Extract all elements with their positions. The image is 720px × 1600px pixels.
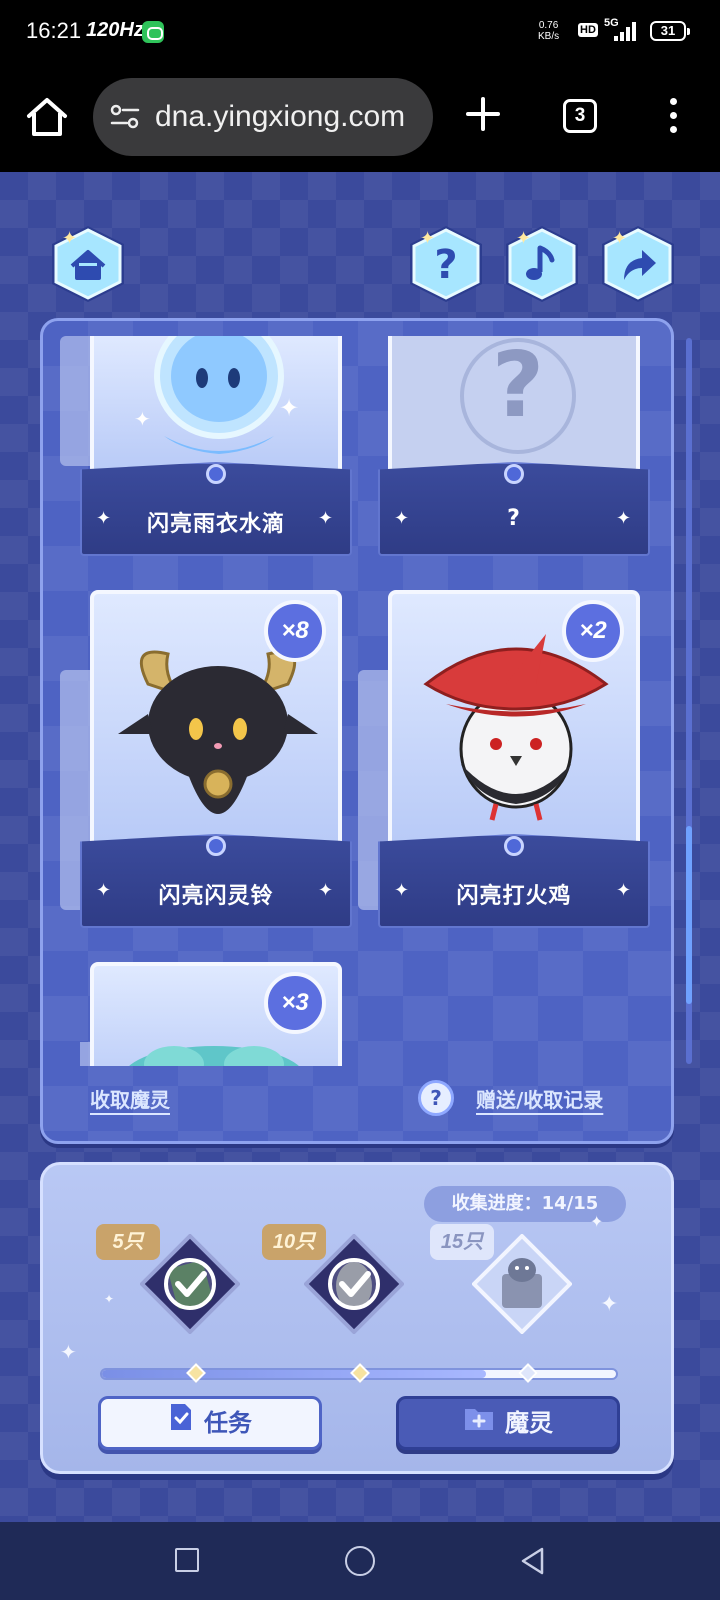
question-mark-icon: ? (460, 336, 576, 454)
home-icon[interactable]: ✦ (46, 222, 130, 306)
records-help-icon[interactable]: ? (418, 1080, 454, 1116)
sparkle-icon: ✦ (60, 1340, 77, 1364)
recent-apps-button[interactable] (175, 1548, 199, 1572)
status-bar: 16:21 120Hz 0.76 KB/s HD 5G 31 (0, 0, 720, 66)
spirit-card[interactable]: ×3 (80, 962, 352, 1066)
svg-text:✦: ✦ (420, 228, 435, 249)
progress-label-text: 收集进度： (451, 1193, 542, 1214)
spirit-button[interactable]: 魔灵 (396, 1396, 620, 1450)
progress-fill (102, 1370, 486, 1378)
svg-text:✦: ✦ (134, 407, 151, 431)
gift-receive-records-link[interactable]: 赠送/收取记录 (476, 1084, 603, 1113)
tab-switcher-button[interactable]: 3 (563, 99, 597, 133)
system-navigation-bar (0, 1522, 720, 1600)
signal-strength-icon (614, 21, 638, 41)
browser-home-icon[interactable] (24, 94, 70, 140)
count-badge: ×2 (562, 600, 624, 662)
progress-value: 14/15 (541, 1193, 599, 1214)
spirit-card[interactable]: ×2 ✦ ✦ 闪亮打火鸡 (358, 590, 650, 930)
status-time: 16:21 (26, 18, 82, 43)
task-button-label: 任务 (204, 1409, 252, 1437)
address-bar[interactable]: dna.yingxiong.com (93, 78, 433, 156)
message-notification-icon (142, 21, 164, 43)
svg-text:✦: ✦ (612, 228, 627, 249)
svg-text:?: ? (434, 242, 457, 288)
card-name: ? (507, 506, 521, 531)
teal-creature (129, 1046, 299, 1066)
help-icon[interactable]: ? ✦ (404, 222, 488, 306)
milestone-tag: 15只 (430, 1224, 494, 1260)
hd-voice-icon: HD (578, 23, 598, 37)
scrollbar-thumb[interactable] (686, 826, 692, 1004)
milestone-tag: 10只 (262, 1224, 326, 1260)
card-art: ? (388, 336, 640, 476)
card-name: 闪亮打火鸡 (456, 884, 572, 909)
battery-icon: 31 (650, 21, 690, 41)
more-menu-icon[interactable] (664, 96, 684, 136)
spirit-card[interactable]: ×8 ✦ ✦ 闪亮闪灵铃 (60, 590, 352, 930)
count-badge: ×8 (264, 600, 326, 662)
site-settings-icon[interactable] (109, 104, 141, 130)
spirit-button-label: 魔灵 (505, 1409, 553, 1437)
svg-text:✦: ✦ (516, 228, 531, 249)
sparkle-icon: ✦ (600, 1292, 619, 1317)
svg-text:✦: ✦ (279, 394, 299, 422)
task-document-icon (168, 1400, 194, 1448)
spirit-card-locked[interactable]: ? ✦ ✦ ? (378, 336, 650, 556)
back-button[interactable] (518, 1546, 548, 1576)
card-art: ✦ ✦ (90, 336, 342, 476)
spirit-card[interactable]: ✦ ✦ ✦ ✦ 闪亮雨衣水滴 (60, 336, 352, 556)
sparkle-icon: ✦ (104, 1292, 115, 1306)
svg-text:?: ? (492, 336, 544, 438)
milestone-tag: 5只 (96, 1224, 160, 1260)
count-badge: ×3 (264, 972, 326, 1034)
receive-spirit-link[interactable]: 收取魔灵 (90, 1084, 170, 1113)
network-speed-value: 0.76 (538, 20, 559, 31)
home-button[interactable] (345, 1546, 375, 1576)
browser-toolbar: dna.yingxiong.com 3 (0, 66, 720, 172)
refresh-rate-indicator: 120Hz (86, 19, 144, 41)
music-icon[interactable]: ✦ (500, 222, 584, 306)
new-tab-button[interactable] (463, 94, 503, 134)
task-button[interactable]: 任务 (98, 1396, 322, 1450)
share-icon[interactable]: ✦ (596, 222, 680, 306)
sparkle-icon: ✦ (590, 1212, 604, 1231)
web-page: ✦ ? ✦ ✦ ✦ ✦ ✦ ✦ ✦ 闪亮雨衣水滴 ? ✦ ✦ ? ×8 ✦ ✦ … (0, 172, 720, 1522)
raincoat-droplet-creature: ✦ ✦ (134, 336, 299, 454)
card-name: 闪亮雨衣水滴 (146, 512, 285, 537)
folder-icon (463, 1400, 495, 1448)
url-text: dna.yingxiong.com (155, 100, 406, 133)
network-speed-unit: KB/s (538, 31, 560, 42)
svg-text:✦: ✦ (62, 228, 77, 249)
card-name: 闪亮闪灵铃 (158, 884, 274, 909)
network-speed: 0.76 KB/s (538, 20, 559, 42)
